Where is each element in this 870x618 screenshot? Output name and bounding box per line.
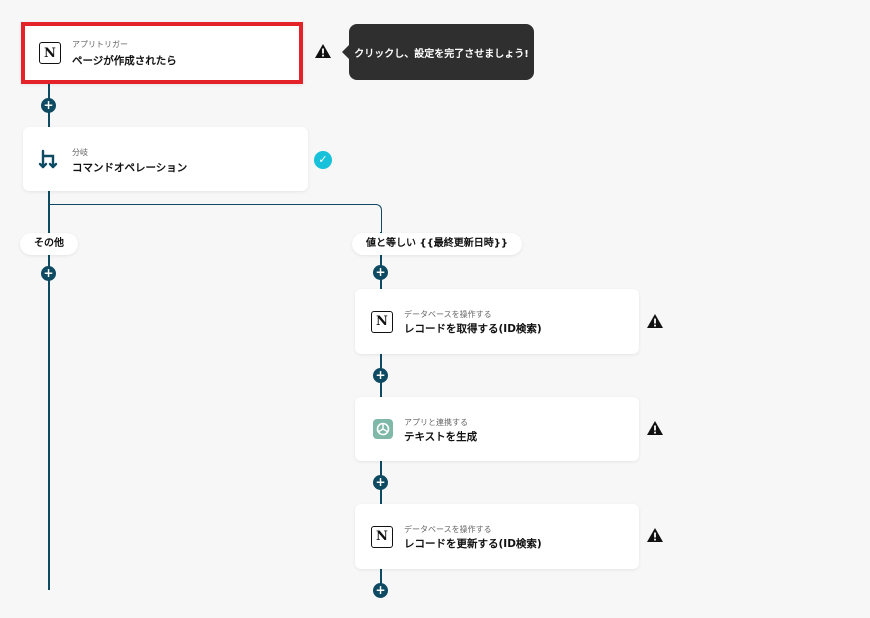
warning-icon bbox=[647, 421, 663, 435]
notion-icon: N bbox=[39, 42, 61, 64]
trigger-card[interactable]: N アプリトリガー ページが作成されたら bbox=[21, 22, 303, 84]
add-step-button[interactable]: + bbox=[41, 266, 56, 281]
add-step-button[interactable]: + bbox=[373, 265, 388, 280]
tooltip-text: クリックし、設定を完了させましょう! bbox=[354, 48, 529, 60]
add-step-button[interactable]: + bbox=[373, 583, 388, 598]
add-step-button[interactable]: + bbox=[373, 475, 388, 490]
trigger-subtitle: アプリトリガー bbox=[72, 40, 128, 49]
branch-label-equals[interactable]: 値と等しい {{最終更新日時}} bbox=[352, 233, 522, 255]
step-subtitle: データベースを操作する bbox=[404, 525, 492, 534]
warning-icon bbox=[647, 528, 663, 542]
check-icon: ✓ bbox=[314, 151, 332, 169]
step-subtitle: データベースを操作する bbox=[404, 310, 492, 319]
openai-icon bbox=[373, 419, 393, 439]
trigger-title: ページが作成されたら bbox=[72, 55, 177, 67]
connector-branch-corner bbox=[48, 204, 382, 234]
notion-icon: N bbox=[371, 525, 393, 548]
add-step-button[interactable]: + bbox=[373, 368, 388, 383]
branch-label-other[interactable]: その他 bbox=[20, 233, 78, 255]
notion-icon: N bbox=[371, 310, 393, 333]
step-title: レコードを取得する(ID検索) bbox=[404, 323, 542, 335]
branch-card[interactable]: 分岐 コマンドオペレーション bbox=[23, 127, 308, 191]
branch-title: コマンドオペレーション bbox=[72, 162, 188, 174]
step-subtitle: アプリと連携する bbox=[404, 418, 468, 427]
step-card[interactable]: N データベースを操作する レコードを取得する(ID検索) bbox=[355, 289, 639, 354]
step-title: テキストを生成 bbox=[404, 431, 478, 443]
branch-icon bbox=[38, 149, 58, 169]
setup-tooltip: クリックし、設定を完了させましょう! bbox=[342, 24, 534, 80]
warning-icon bbox=[647, 314, 663, 328]
flow-canvas: N アプリトリガー ページが作成されたら クリックし、設定を完了させましょう! … bbox=[0, 0, 870, 618]
step-card[interactable]: N データベースを操作する レコードを更新する(ID検索) bbox=[355, 504, 639, 569]
step-title: レコードを更新する(ID検索) bbox=[404, 538, 542, 550]
branch-subtitle: 分岐 bbox=[72, 148, 88, 157]
step-card[interactable]: アプリと連携する テキストを生成 bbox=[355, 397, 639, 461]
warning-icon bbox=[315, 44, 331, 58]
add-step-button[interactable]: + bbox=[41, 98, 56, 113]
